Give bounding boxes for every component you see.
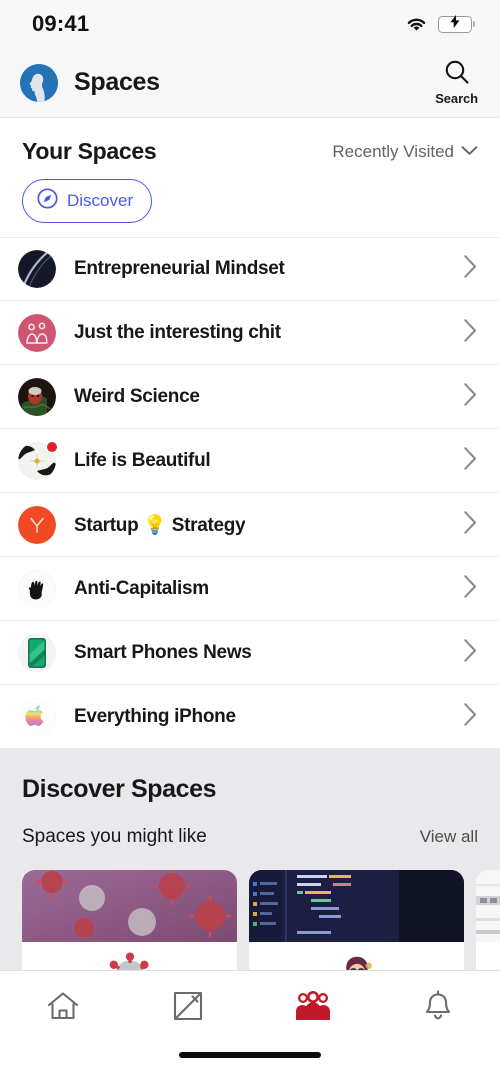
search-button[interactable]: Search — [435, 59, 478, 106]
list-item[interactable]: Entrepreneurial Mindset — [0, 237, 500, 301]
list-item[interactable]: Weird Science — [0, 365, 500, 429]
chevron-right-icon — [463, 510, 478, 540]
spaces-list: Entrepreneurial Mindset Just the interes… — [0, 223, 500, 749]
chevron-down-icon — [461, 143, 478, 161]
code-editor-cover-image — [249, 870, 464, 942]
status-indicators — [405, 15, 476, 33]
list-item-label: Life is Beautiful — [74, 449, 211, 471]
wifi-icon — [405, 16, 428, 33]
rainbow-apple-avatar — [18, 697, 56, 736]
avatar — [18, 697, 56, 736]
portrait-photo-avatar — [18, 377, 56, 416]
your-spaces-title: Your Spaces — [22, 138, 157, 164]
avatar — [18, 313, 56, 352]
list-item[interactable]: Life is Beautiful — [0, 429, 500, 493]
avatar — [18, 250, 56, 288]
discover-spaces-subheader: Spaces you might like View all — [22, 826, 478, 848]
chevron-right-icon — [463, 382, 478, 412]
list-item-label: Weird Science — [74, 385, 200, 407]
tab-home[interactable] — [0, 971, 125, 1046]
list-item[interactable]: Just the interesting chit — [0, 301, 500, 365]
list-item-label: Just the interesting chit — [74, 321, 281, 343]
page-title: Spaces — [74, 68, 160, 96]
user-profile-avatar[interactable] — [20, 63, 58, 102]
discover-spaces-subtitle: Spaces you might like — [22, 826, 207, 847]
search-icon — [444, 59, 470, 90]
chevron-right-icon — [463, 318, 478, 348]
app-screen: 09:41 Spaces Search Your Spaces Recently… — [0, 0, 500, 1080]
your-spaces-section: Your Spaces Recently Visited Discover — [0, 118, 500, 223]
list-item[interactable]: Everything iPhone — [0, 685, 500, 749]
developer-avatar — [326, 942, 387, 970]
chevron-right-icon — [463, 446, 478, 476]
avatar — [18, 377, 56, 416]
list-item[interactable]: Startup 💡 Strategy — [0, 493, 500, 557]
app-header: Spaces Search — [0, 48, 500, 118]
dark-streak-avatar — [18, 250, 56, 288]
chevron-right-icon — [463, 574, 478, 604]
list-item-label: Startup 💡 Strategy — [74, 514, 246, 536]
laptop-cover-image — [476, 870, 500, 942]
list-item-label: Anti-Capitalism — [74, 577, 209, 599]
tab-compose[interactable] — [125, 971, 250, 1046]
discover-card[interactable] — [476, 870, 500, 970]
list-item[interactable]: Anti-Capitalism — [0, 557, 500, 621]
bell-icon — [423, 990, 453, 1027]
avatar — [18, 569, 56, 608]
home-icon — [46, 990, 80, 1027]
list-item-label: Everything iPhone — [74, 705, 236, 727]
compass-icon — [37, 188, 58, 214]
chevron-right-icon — [463, 638, 478, 668]
discover-button-label: Discover — [67, 191, 134, 210]
chevron-right-icon — [463, 702, 478, 732]
tab-notifications[interactable] — [375, 971, 500, 1046]
discover-spaces-section: Discover Spaces Spaces you might like Vi… — [0, 749, 500, 970]
view-all-link[interactable]: View all — [420, 827, 478, 847]
your-spaces-header: Your Spaces Recently Visited — [22, 138, 478, 165]
orange-y-avatar — [18, 505, 56, 544]
sort-dropdown[interactable]: Recently Visited — [332, 142, 478, 162]
avatar — [18, 633, 56, 672]
virus-avatar — [99, 942, 160, 970]
raised-fist-avatar — [18, 569, 56, 608]
discover-cards-carousel[interactable] — [22, 870, 500, 970]
list-item-label: Entrepreneurial Mindset — [74, 258, 285, 279]
compose-icon — [172, 990, 204, 1027]
discover-button[interactable]: Discover — [22, 179, 153, 223]
coronavirus-cover-image — [22, 870, 237, 942]
home-indicator-bar[interactable] — [179, 1052, 321, 1058]
status-time: 09:41 — [32, 11, 90, 36]
search-button-label: Search — [435, 91, 478, 106]
list-item[interactable]: Smart Phones News — [0, 621, 500, 685]
avatar — [18, 505, 56, 544]
avatar — [18, 440, 58, 480]
status-bar: 09:41 — [0, 0, 500, 48]
chevron-right-icon — [463, 254, 478, 284]
bottom-tab-bar — [0, 970, 500, 1046]
discover-card[interactable] — [249, 870, 464, 970]
battery-charging-icon — [438, 15, 476, 33]
discover-card[interactable] — [22, 870, 237, 970]
tab-spaces[interactable] — [250, 971, 375, 1046]
unread-badge — [46, 440, 58, 453]
spaces-people-icon — [294, 990, 332, 1027]
sort-dropdown-label: Recently Visited — [332, 141, 454, 161]
list-item-label: Smart Phones News — [74, 641, 252, 663]
pink-figures-avatar — [18, 313, 56, 352]
home-indicator-area — [0, 1046, 500, 1080]
discover-spaces-title: Discover Spaces — [22, 775, 217, 803]
green-phone-avatar — [18, 633, 56, 672]
